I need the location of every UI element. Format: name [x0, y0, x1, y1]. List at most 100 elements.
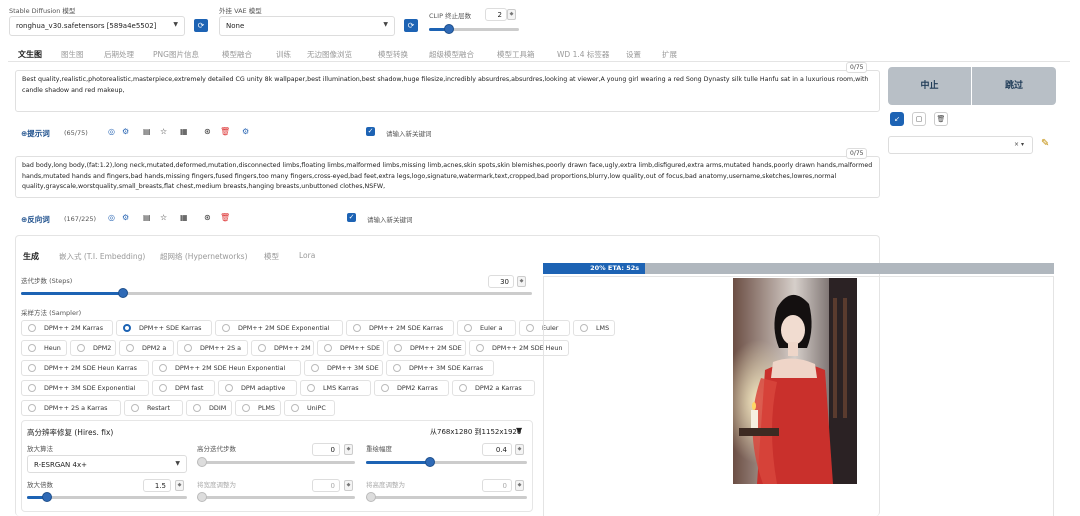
tab-embedding[interactable]: 嵌入式 (T.I. Embedding)	[59, 251, 145, 262]
steps-input[interactable]: 30	[488, 275, 514, 288]
sampler-option[interactable]: DPM++ 2S a	[177, 340, 248, 356]
sampler-option[interactable]: DPM++ 3M SDE	[304, 360, 383, 376]
tab-toolkit[interactable]: 模型工具箱	[497, 49, 535, 60]
tab-extras[interactable]: 后期处理	[104, 49, 134, 60]
scale-slider[interactable]	[27, 492, 187, 502]
sampler-option[interactable]: DPM2 Karras	[374, 380, 449, 396]
sampler-option[interactable]: DPM++ SDE Karras	[116, 320, 212, 336]
sampler-option[interactable]: Euler a	[457, 320, 516, 336]
sampler-option[interactable]: DPM++ 2M SDE Heun Karras	[21, 360, 149, 376]
resize-height-spinner[interactable]: ◆	[515, 480, 524, 491]
sampler-option[interactable]: DPM++ 2M	[251, 340, 314, 356]
upscaler-select[interactable]: R-ESRGAN 4x+ ▼	[27, 455, 187, 473]
tab-convert[interactable]: 模型转换	[378, 49, 408, 60]
sampler-option[interactable]: DPM++ 3M SDE Exponential	[21, 380, 149, 396]
star-icon[interactable]: ☆	[160, 213, 167, 222]
vae-select[interactable]: None ▼	[219, 16, 395, 36]
sampler-option[interactable]: Restart	[124, 400, 183, 416]
sampler-option[interactable]: DPM++ 2M SDE Exponential	[215, 320, 343, 336]
denoise-slider[interactable]	[366, 457, 527, 467]
history-icon[interactable]: ⊛	[204, 213, 211, 222]
tab-extensions[interactable]: 扩展	[662, 49, 677, 60]
clip-spinner[interactable]: ◆	[507, 9, 516, 20]
settings-icon[interactable]: ⚙	[122, 213, 129, 222]
clipboard-icon[interactable]: ▤	[143, 213, 151, 222]
sampler-option[interactable]: LMS Karras	[300, 380, 371, 396]
steps-spinner[interactable]: ◆	[517, 276, 526, 287]
generated-image[interactable]	[733, 278, 857, 484]
collapse-icon[interactable]: ▼	[516, 426, 522, 435]
resize-height-slider[interactable]	[366, 492, 527, 502]
tab-model[interactable]: 模型	[264, 251, 279, 262]
prompt-textarea[interactable]: Best quality,realistic,photorealistic,ma…	[15, 70, 880, 112]
resize-width-input[interactable]: 0	[312, 479, 340, 492]
sampler-option[interactable]: PLMS	[235, 400, 281, 416]
tab-image-browser[interactable]: 无边图像浏览	[307, 49, 352, 60]
tab-txt2img[interactable]: 文生图	[18, 49, 42, 60]
trash-icon[interactable]: 🗑	[220, 213, 230, 222]
model-select[interactable]: ronghua_v30.safetensors [589a4e5502] ▼	[9, 16, 185, 36]
sampler-option[interactable]: DPM++ 2M Karras	[21, 320, 113, 336]
resize-width-spinner[interactable]: ◆	[344, 480, 353, 491]
scale-spinner[interactable]: ◆	[175, 480, 184, 491]
tab-img2img[interactable]: 图生图	[61, 49, 84, 60]
paste-icon[interactable]: ↙	[890, 112, 904, 126]
tab-png-info[interactable]: PNG图片信息	[153, 49, 199, 60]
style-select[interactable]: × ▾	[888, 136, 1033, 154]
skip-button[interactable]: 跳过	[972, 67, 1056, 105]
tab-train[interactable]: 训练	[276, 49, 291, 60]
clip-input[interactable]: 2	[485, 8, 507, 21]
new-keyword-checkbox[interactable]: ✓	[366, 127, 375, 136]
sampler-option[interactable]: DPM2 a Karras	[452, 380, 535, 396]
sampler-option[interactable]: DPM++ 2S a Karras	[21, 400, 121, 416]
history-icon[interactable]: ⊛	[204, 127, 211, 136]
resize-height-input[interactable]: 0	[482, 479, 512, 492]
interrupt-button[interactable]: 中止	[888, 67, 971, 105]
tab-supermerger[interactable]: 超级模型融合	[429, 49, 474, 60]
trash-icon[interactable]: 🗑	[934, 112, 948, 126]
translate-icon[interactable]: ◎	[108, 213, 115, 222]
sampler-option[interactable]: DPM2	[70, 340, 116, 356]
sampler-option[interactable]: DPM fast	[152, 380, 215, 396]
sampler-option[interactable]: DDIM	[186, 400, 232, 416]
translate-icon[interactable]: ◎	[108, 127, 115, 136]
tab-hypernetworks[interactable]: 超网络 (Hypernetworks)	[160, 251, 248, 262]
negative-prompt-textarea[interactable]: bad body,long body,(fat:1.2),long neck,m…	[15, 156, 880, 198]
sampler-option[interactable]: DPM++ 3M SDE Karras	[386, 360, 494, 376]
grid-icon[interactable]: ▦	[180, 213, 188, 222]
hires-title[interactable]: 高分辨率修复 (Hires. fix)	[27, 427, 113, 438]
denoise-spinner[interactable]: ◆	[515, 444, 524, 455]
sampler-option[interactable]: DPM adaptive	[218, 380, 297, 396]
pencil-icon[interactable]: ✎	[1041, 138, 1049, 149]
star-icon[interactable]: ☆	[160, 127, 167, 136]
tab-settings[interactable]: 设置	[626, 49, 641, 60]
hires-steps-input[interactable]: 0	[312, 443, 340, 456]
sampler-option[interactable]: DPM2 a	[119, 340, 174, 356]
gear-icon[interactable]: ⚙	[242, 127, 249, 136]
hires-steps-slider[interactable]	[197, 457, 355, 467]
clip-slider[interactable]	[429, 24, 519, 34]
sampler-option[interactable]: UniPC	[284, 400, 335, 416]
settings-icon[interactable]: ⚙	[122, 127, 129, 136]
refresh-model-icon[interactable]: ⟳	[194, 19, 208, 32]
sampler-option[interactable]: Heun	[21, 340, 67, 356]
tab-generate[interactable]: 生成	[23, 251, 39, 262]
clipboard-icon[interactable]: ▤	[143, 127, 151, 136]
resize-width-slider[interactable]	[197, 492, 355, 502]
copy-icon[interactable]: ▢	[912, 112, 926, 126]
sampler-option[interactable]: DPM++ 2M SDE	[387, 340, 466, 356]
scale-input[interactable]: 1.5	[143, 479, 171, 492]
sampler-option[interactable]: DPM++ 2M SDE Karras	[346, 320, 454, 336]
hires-steps-spinner[interactable]: ◆	[344, 444, 353, 455]
trash-icon[interactable]: 🗑	[220, 127, 230, 136]
tab-lora[interactable]: Lora	[299, 251, 315, 260]
sampler-option[interactable]: DPM++ 2M SDE Heun Exponential	[152, 360, 301, 376]
tab-merge[interactable]: 模型融合	[222, 49, 252, 60]
refresh-vae-icon[interactable]: ⟳	[404, 19, 418, 32]
grid-icon[interactable]: ▦	[180, 127, 188, 136]
steps-slider[interactable]	[21, 288, 532, 298]
tab-wd-tagger[interactable]: WD 1.4 标签器	[557, 49, 609, 60]
negative-new-keyword-checkbox[interactable]: ✓	[347, 213, 356, 222]
sampler-option[interactable]: DPM++ SDE	[317, 340, 384, 356]
denoise-input[interactable]: 0.4	[482, 443, 512, 456]
